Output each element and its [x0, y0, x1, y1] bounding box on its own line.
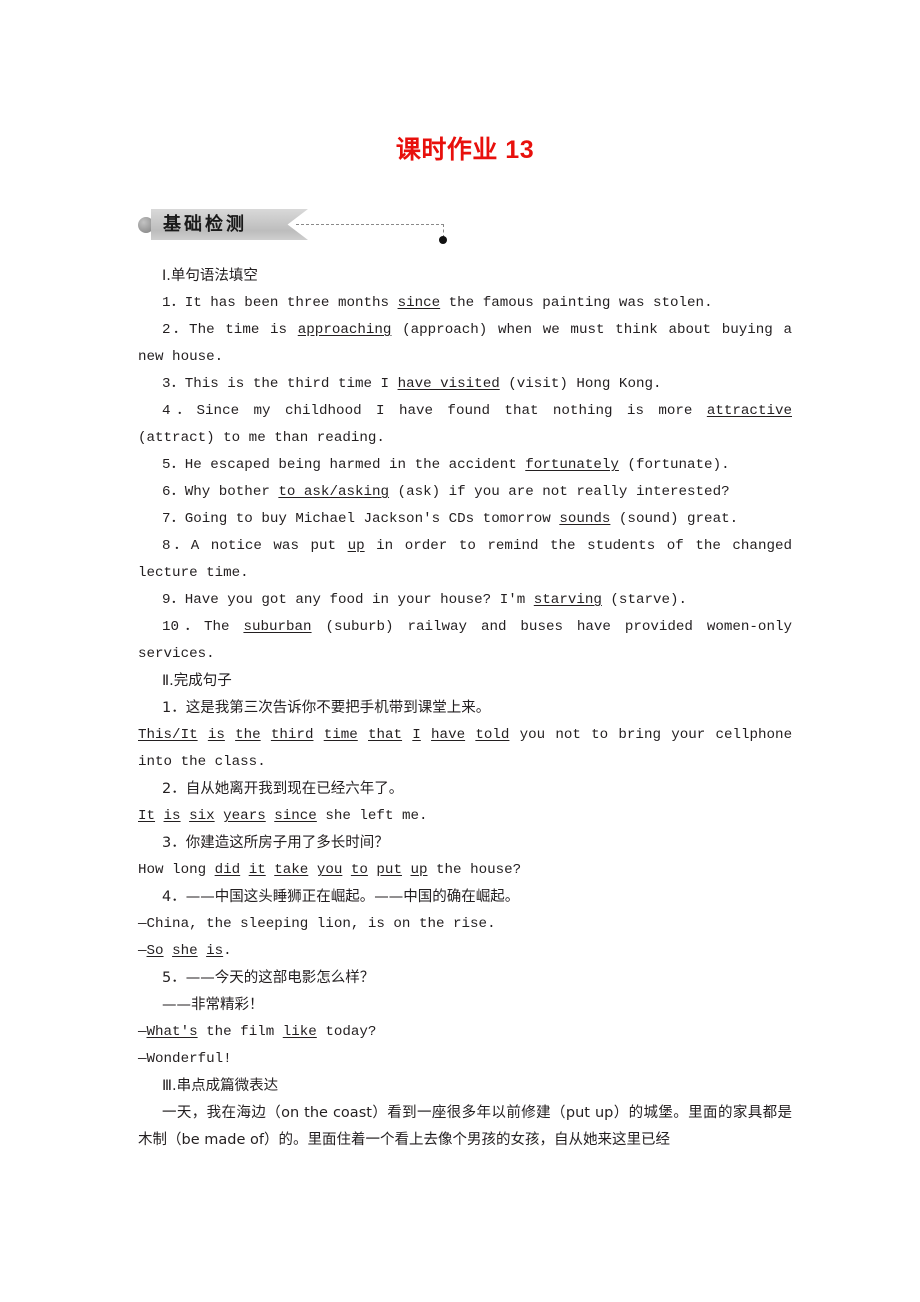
item-8-text-a: 8．A notice was put	[162, 538, 348, 554]
exercise-item-5: 5．He escaped being harmed in the acciden…	[138, 452, 792, 479]
page-title-row: 课时作业 13	[138, 130, 792, 166]
exercise-item-9: 9．Have you got any food in your house? I…	[138, 587, 792, 614]
item-9-text-a: 9．Have you got any food in your house? I…	[162, 592, 534, 608]
item-1-text-b: the famous painting was stolen.	[440, 295, 713, 311]
answer-token: you	[316, 862, 343, 878]
translation-prompt-5: 5．——今天的这部电影怎么样？	[162, 970, 375, 986]
translation-prompt-2: 2．自从她离开我到现在已经六年了。	[162, 781, 404, 797]
item-6-text-b: (ask) if you are not really interested?	[389, 484, 730, 500]
exercise-item-8: 8．A notice was put up in order to remind…	[138, 533, 792, 587]
answer-token: I	[412, 727, 421, 743]
translation-answer-2: It is six years since she left me.	[138, 803, 792, 830]
answer-token: the	[235, 727, 261, 743]
item-8-answer: up	[347, 538, 365, 554]
exercise-item-6: 6．Why bother to ask/asking (ask) if you …	[138, 479, 792, 506]
item-7-text-b: (sound) great.	[610, 511, 739, 527]
answer-token: third	[270, 727, 314, 743]
dash: —	[138, 1024, 147, 1040]
answer-rest: she left me.	[316, 808, 428, 824]
translation-prompt-4: 4．——中国这头睡狮正在崛起。——中国的确在崛起。	[162, 889, 520, 905]
item-2-answer: approaching	[297, 322, 392, 338]
item-1-text-a: 1．It has been three months	[162, 295, 398, 311]
answer-token: she	[172, 943, 198, 959]
period: .	[223, 943, 232, 959]
banner-end-dot-icon	[439, 236, 447, 244]
translation-prompt-1: 1．这是我第三次告诉你不要把手机带到课堂上来。	[162, 700, 491, 716]
item-3-text-b: (visit) Hong Kong.	[499, 376, 662, 392]
exercise-item-4: 4．Since my childhood I have found that n…	[138, 398, 792, 452]
section-banner: 基础检测	[138, 209, 792, 244]
answer-token: time	[323, 727, 358, 743]
item-6-answer: to ask/asking	[278, 484, 390, 500]
item-9-text-b: (starve).	[601, 592, 688, 608]
answer-token: is	[206, 943, 224, 959]
answer-token: six	[189, 808, 215, 824]
item-6-text-a: 6．Why bother	[162, 484, 279, 500]
section-heading-3: Ⅲ.串点成篇微表达	[162, 1078, 279, 1094]
dash: —	[138, 943, 147, 959]
answer-token: years	[223, 808, 266, 824]
item-5-text-a: 5．He escaped being harmed in the acciden…	[162, 457, 526, 473]
answer-token: up	[410, 862, 428, 878]
answer-token: did	[214, 862, 241, 878]
item-10-text-a: 10．The	[162, 619, 244, 635]
answer-token: since	[274, 808, 317, 824]
answer-token: This/It	[138, 727, 198, 743]
item-2-text-a: 2．The time is	[162, 322, 298, 338]
answer-token: like	[282, 1024, 317, 1040]
item-4-text-b: (attract) to me than reading.	[138, 430, 385, 446]
banner-dashed-line	[296, 224, 444, 225]
exercise-item-1: 1．It has been three months since the fam…	[138, 290, 792, 317]
answer-token: is	[163, 808, 181, 824]
translation-answer-3: How long did it take you to put up the h…	[138, 857, 792, 884]
answer-rest: today?	[316, 1024, 377, 1040]
section-heading-2: Ⅱ.完成句子	[162, 673, 232, 689]
answer-token: put	[376, 862, 402, 878]
translation-prompt-5b: ——非常精彩！	[162, 997, 264, 1013]
exercise-item-2: 2．The time is approaching (approach) whe…	[138, 317, 792, 371]
item-4-answer: attractive	[706, 403, 792, 419]
answer-token: have	[431, 727, 466, 743]
banner-label: 基础检测	[163, 214, 247, 234]
answer-pre: How long	[138, 862, 215, 878]
answer-token: What's	[146, 1024, 198, 1040]
answer-token: it	[248, 862, 266, 878]
answer-token: take	[274, 862, 309, 878]
item-7-answer: sounds	[559, 511, 611, 527]
answer-mid: the film	[197, 1024, 283, 1040]
dialogue-line-5a: —What's the film like today?	[138, 1019, 792, 1046]
section-heading-1: Ⅰ.单句语法填空	[162, 268, 258, 284]
dialogue-line-4a: —China, the sleeping lion, is on the ris…	[138, 916, 496, 932]
answer-token: told	[475, 727, 510, 743]
item-10-answer: suburban	[243, 619, 312, 635]
dialogue-line-5b: —Wonderful!	[138, 1051, 232, 1067]
translation-answer-1: This/It is the third time that I have to…	[138, 722, 792, 776]
item-1-answer: since	[397, 295, 441, 311]
item-9-answer: starving	[533, 592, 602, 608]
answer-token: that	[368, 727, 403, 743]
answer-token: to	[350, 862, 368, 878]
item-5-text-b: (fortunate).	[618, 457, 730, 473]
dialogue-line-4b: —So she is.	[138, 938, 792, 965]
exercise-item-7: 7．Going to buy Michael Jackson's CDs tom…	[138, 506, 792, 533]
item-3-text-a: 3．This is the third time I	[162, 376, 398, 392]
exercise-item-3: 3．This is the third time I have visited …	[138, 371, 792, 398]
answer-token: So	[146, 943, 164, 959]
worksheet-page: 课时作业 13 基础检测 Ⅰ.单句语法填空 1．It has been thre…	[0, 0, 920, 1302]
item-7-text-a: 7．Going to buy Michael Jackson's CDs tom…	[162, 511, 560, 527]
item-4-text-a: 4．Since my childhood I have found that n…	[162, 403, 707, 419]
translation-prompt-3: 3．你建造这所房子用了多长时间？	[162, 835, 389, 851]
item-3-answer: have visited	[397, 376, 500, 392]
answer-rest: the house?	[427, 862, 522, 878]
answer-token: It	[138, 808, 156, 824]
writing-paragraph: 一天，我在海边（on the coast）看到一座很多年以前修建（put up）…	[138, 1105, 792, 1148]
answer-token: is	[207, 727, 225, 743]
page-title: 课时作业 13	[395, 136, 535, 164]
item-5-answer: fortunately	[525, 457, 619, 473]
worksheet-content: Ⅰ.单句语法填空 1．It has been three months sinc…	[138, 263, 792, 1154]
exercise-item-10: 10．The suburban (suburb) railway and bus…	[138, 614, 792, 668]
